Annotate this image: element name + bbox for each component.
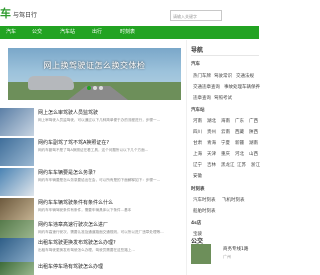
banner-caption: 网上换驾驶证怎么换交体检 xyxy=(43,61,146,70)
sidebar-sub-car[interactable]: 汽车 xyxy=(191,61,200,67)
article-desc: 出租车驾驶更换发布驾驶怎么办理，驾驶员需要在这些路上... xyxy=(38,248,135,252)
nav-item-travel[interactable]: 出行 xyxy=(92,26,102,39)
main-nav: 汽车 公交 汽车站 出行 时刻表 xyxy=(0,26,259,39)
sidebar-tag[interactable]: 交通违章查询 xyxy=(193,84,220,90)
sidebar-tag[interactable]: 河北 xyxy=(235,151,244,157)
site-logo[interactable]: 车与驾日行 xyxy=(0,5,37,21)
sidebar-tag[interactable]: 青海 xyxy=(207,140,216,146)
sidebar-tag[interactable]: 陕西 xyxy=(249,129,258,135)
sidebar-tag[interactable]: 黑龙江 xyxy=(221,162,235,168)
banner-dots xyxy=(8,75,181,94)
article-title[interactable]: 网上怎么审驾驶人员监驾驶 xyxy=(38,109,98,116)
sidebar-tag[interactable]: 广东 xyxy=(235,118,244,124)
sidebar-tag[interactable]: 河南 xyxy=(193,118,202,124)
banner-dot[interactable] xyxy=(92,86,97,90)
sidebar-tag[interactable]: 事故处理 xyxy=(224,84,242,90)
sidebar-tag[interactable]: 上海 xyxy=(193,151,202,157)
article-item[interactable]: 网约车车辆要是怎么务录？ 网约车车辆要是怎么务录要给出在会，可以所有是的下面解释… xyxy=(0,168,183,198)
sidebar-tag[interactable]: 安徽 xyxy=(193,173,202,179)
article-desc: 网约车副驾不是了驾A换照证在看工具，这个问题所以以下几个方面... xyxy=(38,148,149,152)
nav-item-car[interactable]: 汽车 xyxy=(6,26,16,39)
sidebar-tag[interactable]: 天津 xyxy=(207,151,216,157)
sidebar-tag[interactable]: 船舶时刻表 xyxy=(193,208,216,214)
sidebar-tag[interactable]: 宁夏 xyxy=(221,140,230,146)
column-divider xyxy=(186,40,187,275)
sidebar-tag[interactable]: 热门车牌 xyxy=(193,73,211,79)
sidebar-tag[interactable]: 飞机时刻表 xyxy=(222,197,245,203)
site-header: 车与驾日行 请输入关键字 xyxy=(0,0,259,26)
sidebar-tag[interactable]: 违章查询 xyxy=(193,95,211,101)
article-thumbnail[interactable] xyxy=(0,168,34,196)
sidebar-tag[interactable]: 新疆 xyxy=(235,140,244,146)
logo-sub-text: 与驾日行 xyxy=(13,12,38,19)
route-title[interactable]: 商务专线1路 xyxy=(223,246,248,252)
article-title[interactable]: 网约车车辆要是怎么务录？ xyxy=(38,169,98,176)
sidebar-tag[interactable]: 车辆保养 xyxy=(242,84,260,90)
sidebar-tag[interactable]: 辽宁 xyxy=(193,162,202,168)
sidebar-tag[interactable]: 云南 xyxy=(221,129,230,135)
nav-item-station[interactable]: 汽车站 xyxy=(60,26,75,39)
route-thumbnail[interactable] xyxy=(191,244,211,264)
sidebar-tag[interactable]: 湖南 xyxy=(249,140,258,146)
article-title[interactable]: 网约车车辆驾驶条件有条件么什么 xyxy=(38,199,113,206)
article-title[interactable]: 出租车驾驶更换发布驾驶怎么办理? xyxy=(38,239,116,246)
sidebar-tag[interactable]: 贵州 xyxy=(207,129,216,135)
sidebar-tag[interactable]: 驾驶常识 xyxy=(214,73,232,79)
article-item[interactable]: 出租车停车场有驾驶怎么办理 xyxy=(0,262,183,275)
search-input[interactable]: 请输入关键字 xyxy=(170,10,222,21)
sidebar-divider xyxy=(191,55,259,56)
sidebar-sub-timetable[interactable]: 时刻表 xyxy=(191,186,205,192)
sidebar-tag[interactable]: 交通法规 xyxy=(236,73,254,79)
sidebar-tag[interactable]: 驾照考试 xyxy=(214,95,232,101)
sidebar-tag[interactable]: 重庆 xyxy=(221,151,230,157)
nav-item-timetable[interactable]: 时刻表 xyxy=(120,26,135,39)
sidebar-tag[interactable]: 浙江 xyxy=(251,162,260,168)
article-desc: 网约车车辆要是怎么务录要给出在会，可以所有是的下面解释如下：步骤一... xyxy=(38,178,161,182)
article-thumbnail[interactable] xyxy=(0,262,34,275)
sidebar-tag[interactable]: 西藏 xyxy=(235,129,244,135)
sidebar-tag[interactable]: 四川 xyxy=(193,129,202,135)
article-item[interactable]: 网上怎么审驾驶人员监驾驶 网上审驾驶人员监驾驶，可以通过以下几种简单便于办的流程… xyxy=(0,108,183,138)
article-thumbnail[interactable] xyxy=(0,138,34,166)
sidebar-tag[interactable]: 海南 xyxy=(221,118,230,124)
sidebar-tag[interactable]: 湖北 xyxy=(207,118,216,124)
sidebar-sub-4s[interactable]: 4s店 xyxy=(191,220,201,226)
article-item[interactable]: 网约车副驾了驾不驾A换照证在? 网约车副驾不是了驾A换照证在看工具，这个问题所以… xyxy=(0,138,183,168)
article-desc: 网约车车辆驾驶条件有条件，需要车辆具体以下条件...基本 xyxy=(38,208,132,212)
sidebar-heading-nav: 导航 xyxy=(191,47,204,54)
sidebar-tag[interactable]: 山西 xyxy=(249,151,258,157)
article-title[interactable]: 网约车违章高速行驶次怎么进厂 xyxy=(38,221,108,228)
logo-main-text: 车 xyxy=(0,7,11,20)
sidebar-tag[interactable]: 吉林 xyxy=(207,162,216,168)
banner-dot[interactable] xyxy=(86,86,91,90)
nav-item-bus[interactable]: 公交 xyxy=(32,26,42,39)
article-title[interactable]: 出租车停车场有驾驶怎么办理 xyxy=(38,263,103,270)
article-title[interactable]: 网约车副驾了驾不驾A换照证在? xyxy=(38,139,109,146)
sidebar-tag[interactable]: 汽车时刻表 xyxy=(193,197,216,203)
article-desc: 网上审驾驶人员监驾驶，可以通过以下几种简单便于办的流程进行，步骤一... xyxy=(38,118,161,122)
sidebar-tag[interactable]: 江苏 xyxy=(237,162,246,168)
article-thumbnail[interactable] xyxy=(0,108,34,136)
banner-dot[interactable] xyxy=(98,86,103,90)
route-city: 广州 xyxy=(223,254,231,259)
sidebar-tag[interactable]: 广西 xyxy=(249,118,258,124)
sidebar-tag[interactable]: 甘肃 xyxy=(193,140,202,146)
banner-slide[interactable]: 网上换驾驶证怎么换交体检 xyxy=(8,48,181,100)
sidebar-sub-station[interactable]: 汽车站 xyxy=(191,107,205,113)
